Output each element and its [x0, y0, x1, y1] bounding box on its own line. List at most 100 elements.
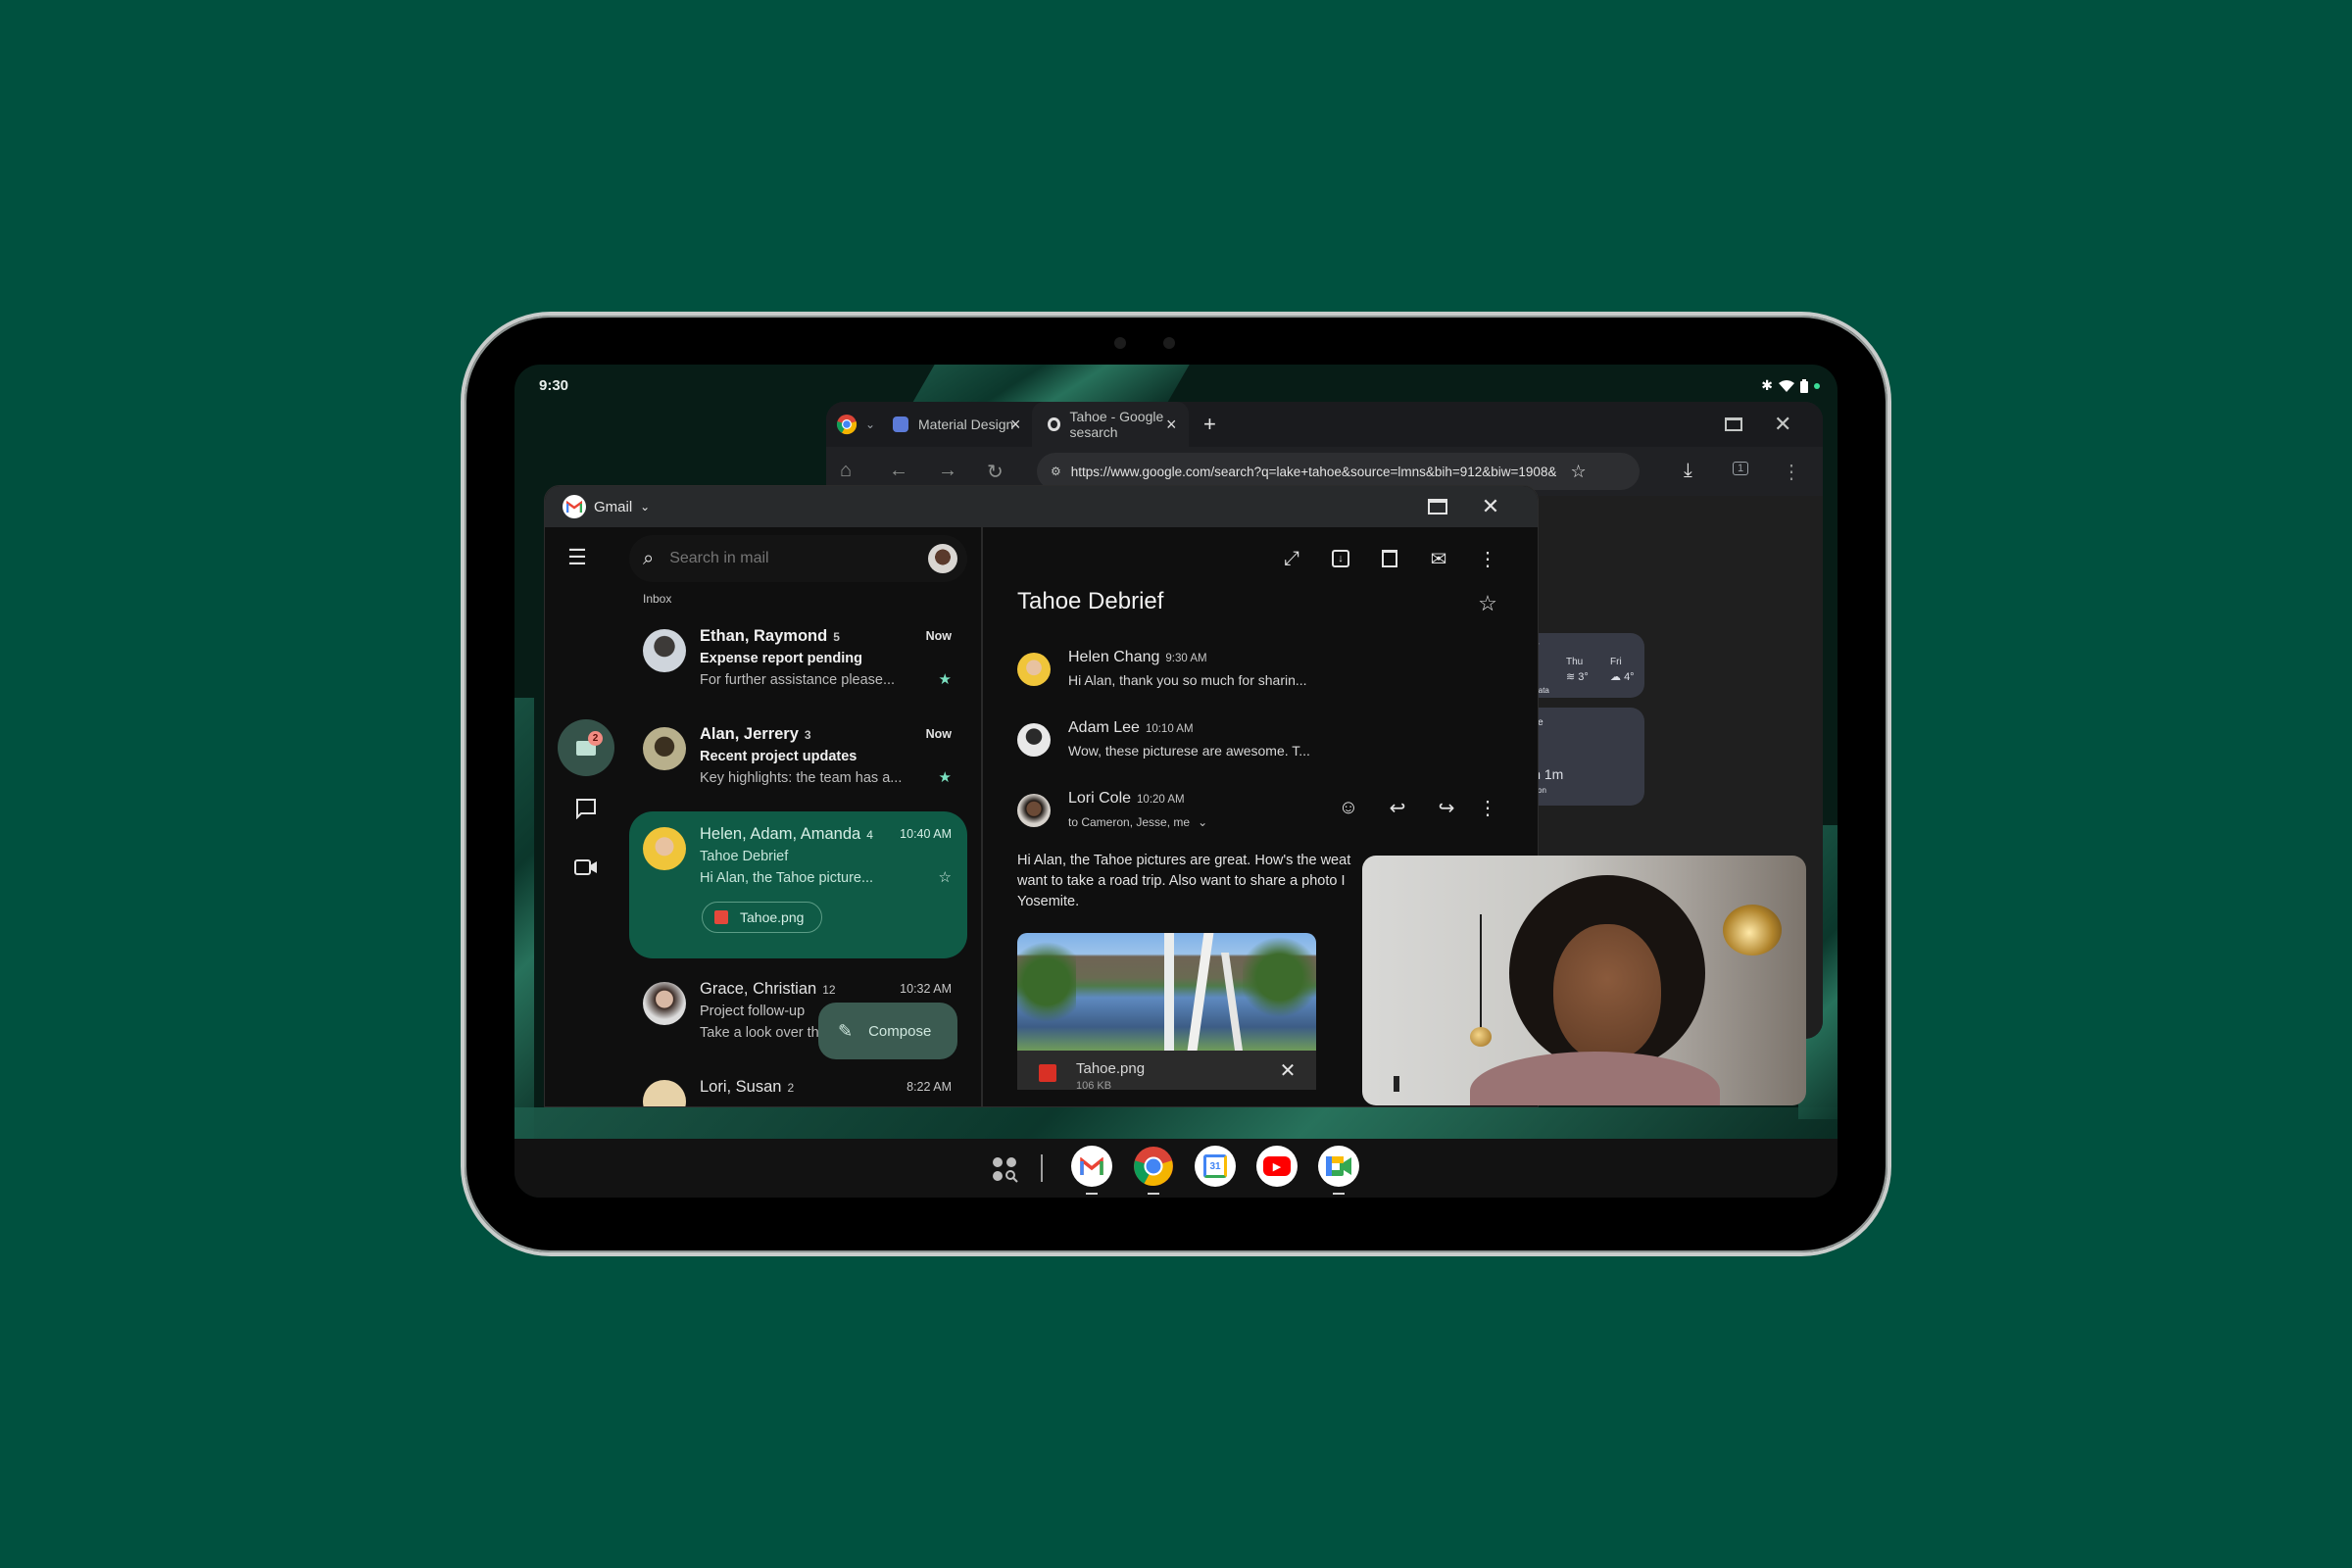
expand-button[interactable]: ⤢ — [1278, 545, 1305, 572]
mark-unread-button[interactable]: ✉ — [1425, 545, 1452, 572]
image-attachment[interactable]: Tahoe.png 106 KB ✕ — [1017, 933, 1316, 1090]
taskbar: 31 ▶ — [514, 1139, 1838, 1198]
pendant-lamp — [1470, 1027, 1492, 1047]
tab-title: Material Design — [918, 416, 1014, 432]
compose-button[interactable]: ✎ Compose — [818, 1003, 957, 1059]
message-more-button[interactable]: ⋮ — [1474, 794, 1501, 821]
thread-snippet: Key highlights: the team has a... — [700, 770, 903, 786]
thread-time: 10:40 AM — [900, 827, 952, 841]
participant-sweater — [1470, 1052, 1720, 1105]
site-settings-icon[interactable]: ⚙ — [1051, 465, 1061, 478]
star-button[interactable]: ☆ — [1474, 590, 1501, 617]
thread-item[interactable]: Lori, Susan 2 8:22 AM — [629, 1066, 967, 1106]
more-options-button[interactable]: ⋮ — [1474, 545, 1501, 572]
attachment-thumbnail — [1017, 933, 1316, 1051]
thread-item-selected[interactable]: Helen, Adam, Amanda 4 10:40 AM Tahoe Debr… — [629, 811, 967, 958]
reload-icon[interactable]: ↻ — [987, 460, 1004, 484]
chevron-down-icon: ⌄ — [865, 417, 876, 431]
message-collapsed[interactable]: Adam Lee 10:10 AM Wow, these picturese ar… — [986, 717, 1535, 776]
tab-switcher-button[interactable]: 1 — [1733, 462, 1749, 475]
close-icon: ✕ — [1279, 1059, 1297, 1082]
rail-meet-button[interactable] — [571, 853, 601, 882]
new-tab-button[interactable]: + — [1203, 402, 1216, 447]
back-icon[interactable]: ← — [889, 460, 908, 482]
inbox-label: Inbox — [643, 592, 672, 606]
remove-attachment-button[interactable]: ✕ — [1276, 1058, 1299, 1082]
message-time: 10:20 AM — [1137, 794, 1185, 806]
url-text[interactable]: https://www.google.com/search?q=lake+tah… — [1071, 465, 1557, 479]
sender-avatar — [1017, 794, 1051, 827]
forward-button[interactable]: ↪ — [1433, 794, 1460, 821]
more-vert-icon: ⋮ — [1478, 797, 1497, 819]
launcher-button[interactable] — [990, 1154, 1019, 1184]
download-icon[interactable]: ⤓ — [1684, 460, 1692, 482]
dock-app-gmail[interactable] — [1071, 1146, 1112, 1195]
attachment-name: Tahoe.png — [740, 909, 805, 925]
pane-divider[interactable] — [981, 527, 983, 1106]
home-icon[interactable]: ⌂ — [840, 460, 852, 482]
forward-icon[interactable]: → — [938, 460, 957, 482]
rail-mail-button[interactable]: 2 — [558, 719, 614, 776]
wallpaper-crystal — [514, 698, 534, 1168]
search-bar[interactable]: ⌕ — [629, 535, 967, 582]
archive-button[interactable]: ↓ — [1327, 545, 1354, 572]
close-window-button[interactable]: ✕ — [1774, 402, 1791, 447]
running-indicator — [1333, 1193, 1345, 1195]
add-reaction-button[interactable]: ☺ — [1335, 794, 1362, 821]
thread-time: Now — [925, 727, 952, 741]
dock-app-youtube[interactable]: ▶ — [1256, 1146, 1298, 1187]
search-input[interactable] — [669, 550, 896, 567]
attachment-chip[interactable]: Tahoe.png — [702, 902, 823, 933]
dock-app-chrome[interactable] — [1133, 1146, 1174, 1195]
thread-snippet: For further assistance please... — [700, 672, 896, 688]
wallpaper-crystal — [514, 1107, 1838, 1141]
mail-icon: ✉ — [1430, 548, 1447, 570]
youtube-icon: ▶ — [1263, 1156, 1291, 1176]
reply-button[interactable]: ↩ — [1384, 794, 1411, 821]
message-time: 10:10 AM — [1145, 723, 1194, 735]
rain-icon: ☁ — [1610, 671, 1625, 683]
maximize-icon — [1428, 499, 1447, 514]
thread-sender: Lori, Susan — [700, 1078, 782, 1096]
emoji-icon: ☺ — [1338, 796, 1359, 818]
tab-tahoe-search[interactable]: Tahoe - Google sesarch — [1032, 402, 1189, 447]
dock-app-meet[interactable] — [1318, 1146, 1359, 1195]
thread-list-pane: ⌕ Inbox Ethan, Raymond 5 Now Expense repo… — [629, 527, 967, 1106]
tab-close-button[interactable]: × — [1010, 402, 1021, 447]
thread-time: 8:22 AM — [906, 1080, 952, 1094]
thread-count: 2 — [787, 1081, 795, 1095]
recipients-toggle[interactable]: to Cameron, Jesse, me ⌄ — [1068, 815, 1207, 829]
thread-count: 5 — [833, 630, 840, 644]
video-call-pip[interactable] — [1362, 856, 1806, 1105]
thread-item[interactable]: Alan, Jerrery 3 Now Recent project update… — [629, 713, 967, 802]
delete-button[interactable] — [1376, 545, 1403, 572]
maximize-button[interactable] — [1725, 402, 1742, 447]
thread-item[interactable]: Ethan, Raymond 5 Now Expense report pendi… — [629, 615, 967, 704]
thread-sender: Grace, Christian — [700, 980, 817, 998]
front-sensor — [1114, 337, 1126, 349]
thread-count: 12 — [822, 983, 836, 997]
maximize-button[interactable] — [1427, 497, 1448, 516]
dock-app-calendar[interactable]: 31 — [1195, 1146, 1236, 1187]
star-filled-icon[interactable]: ★ — [939, 768, 952, 786]
star-filled-icon[interactable]: ★ — [939, 670, 952, 688]
rail-chat-button[interactable] — [571, 794, 601, 823]
thread-time: Now — [925, 629, 952, 643]
chrome-menu-button[interactable]: ⌄ — [836, 402, 875, 447]
thread-subject: Project follow-up — [700, 1004, 806, 1019]
compose-label: Compose — [868, 1022, 932, 1040]
star-outline-icon: ☆ — [1478, 591, 1497, 615]
account-avatar[interactable] — [928, 544, 957, 573]
windy-icon: ≋ — [1566, 671, 1579, 683]
star-outline-icon[interactable]: ☆ — [939, 868, 952, 886]
tab-close-button[interactable]: × — [1166, 402, 1177, 447]
bookmark-star-icon[interactable]: ☆ — [1570, 462, 1586, 482]
menu-button[interactable]: ☰ — [563, 543, 592, 572]
app-menu-button[interactable]: Gmail ⌄ — [563, 495, 650, 518]
close-icon: × — [1166, 414, 1177, 434]
close-window-button[interactable]: ✕ — [1478, 494, 1503, 519]
sender-avatar — [643, 982, 686, 1025]
weather-day: Fri — [1610, 657, 1622, 667]
message-collapsed[interactable]: Helen Chang 9:30 AM Hi Alan, thank you so… — [986, 647, 1535, 706]
more-vert-icon[interactable]: ⋮ — [1782, 460, 1801, 484]
